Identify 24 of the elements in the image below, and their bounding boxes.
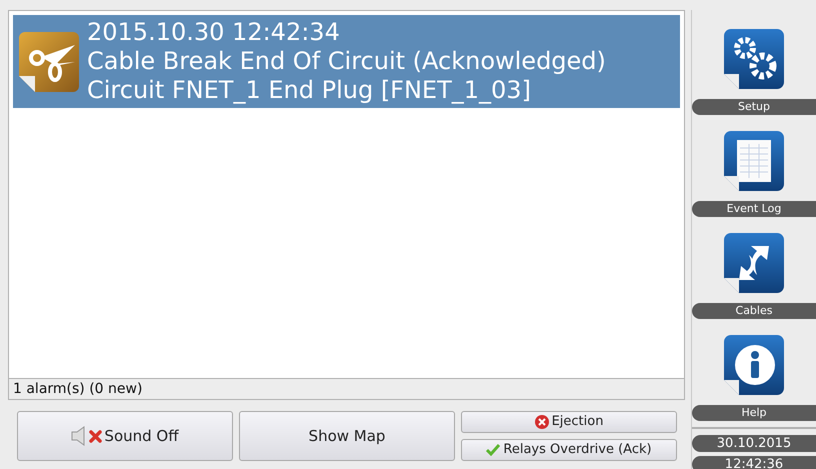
time-display: 12:42:36 xyxy=(692,456,816,469)
info-icon xyxy=(723,334,785,396)
sidebar-tile[interactable]: Event Log xyxy=(692,130,816,217)
scissors-icon xyxy=(17,30,81,94)
alarm-title: Cable Break End Of Circuit (Acknowledged) xyxy=(87,47,606,76)
sidebar-tile[interactable]: Setup xyxy=(692,28,816,115)
checkmark-icon xyxy=(486,444,500,456)
arrows-icon xyxy=(723,232,785,294)
speaker-icon xyxy=(71,426,88,446)
sidebar-tile[interactable]: Cables xyxy=(692,232,816,319)
alarm-row[interactable]: 2015.10.30 12:42:34 Cable Break End Of Circuit (Acknowledged) Circuit FNET_1 End Plug [FNET_1_03] xyxy=(13,15,680,108)
spreadsheet-icon xyxy=(723,130,785,192)
alarm-detail: Circuit FNET_1 End Plug [FNET_1_03] xyxy=(87,76,532,105)
gears-icon xyxy=(723,28,785,90)
error-icon xyxy=(534,415,549,429)
sound-off-button[interactable]: Sound Off xyxy=(17,411,233,461)
status-text: 1 alarm(s) (0 new) xyxy=(8,379,685,400)
show-map-button[interactable]: Show Map xyxy=(239,411,455,461)
sidebar-tile[interactable]: Help xyxy=(692,334,816,421)
alarm-time: 2015.10.30 12:42:34 xyxy=(87,18,341,47)
close-icon xyxy=(89,430,102,442)
relays-overdrive-button[interactable]: Relays Overdrive (Ack) xyxy=(461,439,677,461)
ejection-button[interactable]: Ejection xyxy=(461,411,677,433)
date-display: 30.10.2015 xyxy=(692,435,816,452)
